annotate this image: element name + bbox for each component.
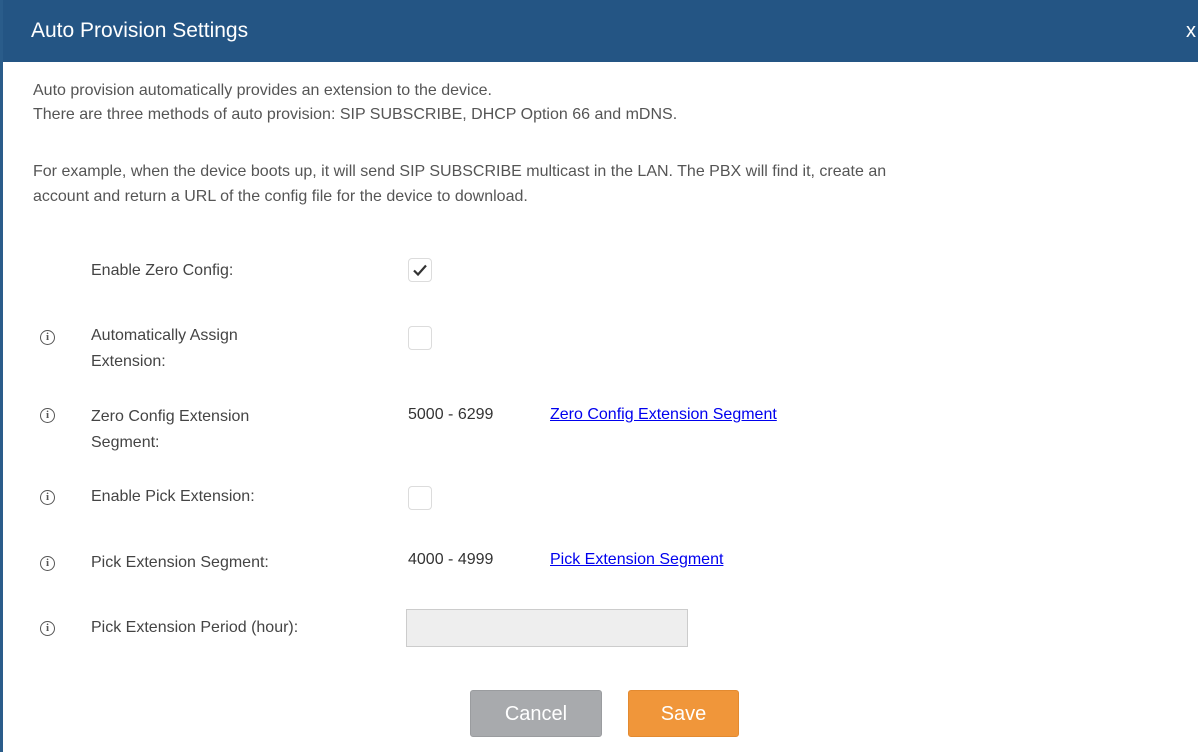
pick-segment-link[interactable]: Pick Extension Segment xyxy=(550,548,723,572)
auto-assign-checkbox[interactable] xyxy=(408,326,432,350)
description-line-1: Auto provision automatically provides an… xyxy=(33,82,492,99)
zero-segment-label-line1: Zero Config Extension xyxy=(91,408,250,425)
zero-segment-label-line2: Segment: xyxy=(91,434,160,451)
enable-zero-config-checkbox[interactable] xyxy=(408,258,432,282)
info-circle-icon[interactable]: i xyxy=(40,330,55,345)
zero-segment-label: Zero Config Extension Segment: xyxy=(91,404,321,456)
zero-segment-range: 5000 - 6299 xyxy=(408,406,494,423)
pick-segment-label: Pick Extension Segment: xyxy=(91,554,269,571)
description-line-3: For example, when the device boots up, i… xyxy=(33,163,887,180)
checkmark-icon xyxy=(413,264,427,277)
info-circle-icon[interactable]: i xyxy=(40,408,55,423)
pick-period-label: Pick Extension Period (hour): xyxy=(91,619,299,636)
save-button[interactable]: Save xyxy=(628,690,739,737)
description-line-2: There are three methods of auto provisio… xyxy=(33,106,678,123)
auto-assign-label: Automatically Assign Extension: xyxy=(91,323,321,375)
info-circle-icon[interactable]: i xyxy=(40,556,55,571)
zero-segment-link[interactable]: Zero Config Extension Segment xyxy=(550,403,777,427)
auto-assign-label-line2: Extension: xyxy=(91,353,166,370)
pick-period-input[interactable] xyxy=(406,609,688,647)
description-line-4: account and return a URL of the config f… xyxy=(33,188,528,205)
enable-zero-config-label: Enable Zero Config: xyxy=(91,262,234,279)
dialog-title: Auto Provision Settings xyxy=(31,19,249,42)
close-icon[interactable]: x xyxy=(1186,20,1196,43)
enable-pick-label: Enable Pick Extension: xyxy=(91,488,255,505)
info-circle-icon[interactable]: i xyxy=(40,490,55,505)
pick-segment-range: 4000 - 4999 xyxy=(408,551,494,568)
enable-pick-checkbox[interactable] xyxy=(408,486,432,510)
auto-provision-dialog: Auto Provision Settings x Auto provision… xyxy=(0,0,1198,752)
auto-assign-label-line1: Automatically Assign xyxy=(91,327,238,344)
cancel-button[interactable]: Cancel xyxy=(470,690,602,737)
info-circle-icon[interactable]: i xyxy=(40,621,55,636)
dialog-titlebar: Auto Provision Settings x xyxy=(3,0,1198,62)
